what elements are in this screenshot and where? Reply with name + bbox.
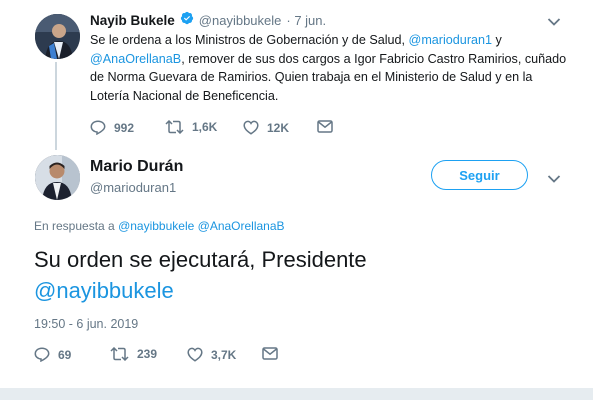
retweet-button[interactable]: 239 bbox=[110, 347, 157, 361]
author-handle[interactable]: @nayibbukele bbox=[199, 13, 282, 28]
like-icon bbox=[187, 347, 203, 362]
like-count: 12K bbox=[267, 120, 290, 135]
like-button[interactable]: 3,7K bbox=[187, 347, 236, 362]
dm-button[interactable] bbox=[262, 347, 278, 360]
retweet-icon bbox=[165, 120, 184, 134]
dm-icon bbox=[262, 347, 278, 360]
author-handle[interactable]: @marioduran1 bbox=[90, 180, 176, 195]
mention-link[interactable]: @nayibbukele bbox=[34, 275, 554, 306]
verified-icon bbox=[180, 11, 194, 30]
avatar[interactable] bbox=[35, 14, 80, 59]
follow-button[interactable]: Seguir bbox=[431, 160, 528, 190]
reply-count: 992 bbox=[114, 120, 135, 135]
chevron-down-icon[interactable] bbox=[547, 171, 561, 189]
retweet-count: 1,6K bbox=[192, 120, 218, 134]
like-icon bbox=[243, 120, 259, 135]
chevron-down-icon[interactable] bbox=[547, 14, 561, 32]
dm-button[interactable] bbox=[317, 120, 333, 133]
tweet-text: Su orden se ejecutará, Presidente @nayib… bbox=[34, 244, 554, 306]
in-reply-to: En respuesta a @nayibbukele @AnaOrellana… bbox=[34, 219, 285, 233]
mention-link[interactable]: @nayibbukele bbox=[118, 219, 194, 233]
reply-count: 69 bbox=[58, 347, 72, 362]
mention-link[interactable]: @AnaOrellanaB bbox=[90, 52, 181, 66]
reply-icon bbox=[90, 120, 106, 135]
mention-link[interactable]: @marioduran1 bbox=[409, 33, 493, 47]
like-count: 3,7K bbox=[211, 347, 237, 362]
retweet-count: 239 bbox=[137, 347, 158, 361]
reply-button[interactable]: 992 bbox=[90, 120, 134, 135]
reply-icon bbox=[34, 347, 50, 362]
author-name[interactable]: Nayib Bukele bbox=[90, 13, 175, 28]
retweet-button[interactable]: 1,6K bbox=[165, 120, 217, 134]
mention-link[interactable]: @AnaOrellanaB bbox=[198, 219, 285, 233]
thread-line bbox=[55, 62, 57, 150]
dm-icon bbox=[317, 120, 333, 133]
retweet-icon bbox=[110, 347, 129, 361]
tweet-date[interactable]: · 7 jun. bbox=[286, 13, 326, 28]
tweet-text: Se le ordena a los Ministros de Gobernac… bbox=[90, 33, 567, 103]
like-button[interactable]: 12K bbox=[243, 120, 289, 135]
avatar[interactable] bbox=[35, 155, 80, 200]
divider bbox=[0, 388, 593, 400]
reply-button[interactable]: 69 bbox=[34, 347, 71, 362]
author-name[interactable]: Mario Durán bbox=[90, 158, 183, 176]
tweet-timestamp[interactable]: 19:50 - 6 jun. 2019 bbox=[34, 317, 138, 331]
